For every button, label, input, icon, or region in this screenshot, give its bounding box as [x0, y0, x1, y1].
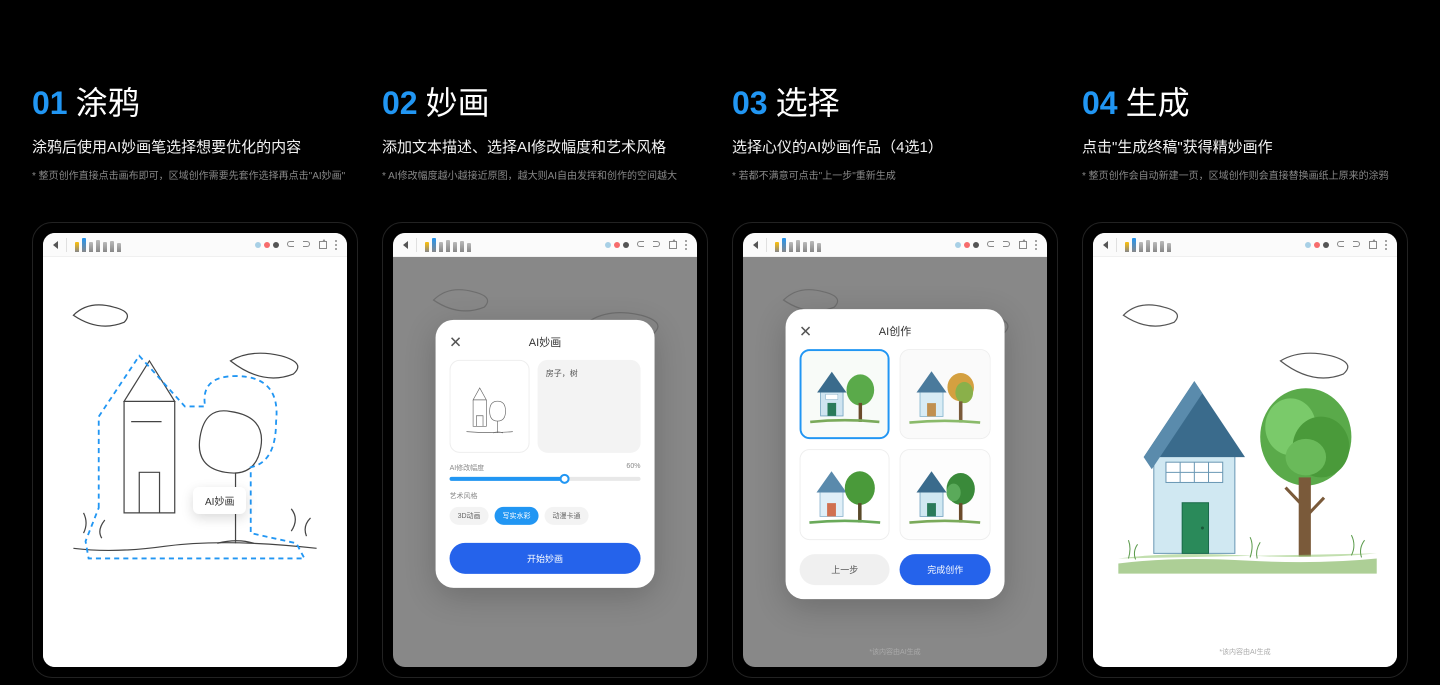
slider-label: AI修改幅度	[450, 463, 485, 473]
back-icon[interactable]	[403, 241, 408, 249]
prompt-input[interactable]: 房子，树	[538, 360, 641, 453]
step-note: * AI修改幅度越小越接近原图，越大则AI自由发挥和创作的空间越大	[382, 167, 708, 182]
ai-tooltip[interactable]: AI妙画	[193, 487, 246, 514]
back-button[interactable]: 上一步	[800, 554, 890, 585]
ai-select-modal: AI创作 上一步 完成创作	[786, 309, 1005, 599]
tablet-mockup: *该内容由AI生成	[1082, 222, 1408, 678]
pen-tools[interactable]	[425, 238, 471, 252]
pen-tools[interactable]	[1125, 238, 1171, 252]
step-4: 04生成 点击"生成终稿"获得精妙画作 * 整页创作会自动新建一页，区域创作则会…	[1082, 78, 1408, 678]
ai-disclaimer: *该内容由AI生成	[1093, 647, 1397, 657]
undo-icon[interactable]	[637, 241, 647, 249]
style-chip[interactable]: 动漫卡通	[545, 507, 589, 525]
step-desc: 选择心仪的AI妙画作品（4选1）	[732, 136, 1058, 157]
more-icon[interactable]	[1385, 240, 1387, 250]
step-title: 选择	[776, 78, 840, 124]
canvas[interactable]: AI妙画	[43, 257, 347, 667]
color-palette[interactable]	[605, 242, 629, 248]
step-3: 03选择 选择心仪的AI妙画作品（4选1） * 若都不满意可点击"上一步"重新生…	[732, 78, 1058, 678]
step-title: 妙画	[426, 78, 490, 124]
done-button[interactable]: 完成创作	[900, 554, 990, 585]
style-chip[interactable]: 3D动画	[450, 507, 489, 525]
style-chip[interactable]: 写实水彩	[495, 507, 539, 525]
start-button[interactable]: 开始妙画	[450, 543, 641, 574]
generated-option[interactable]	[800, 449, 890, 539]
ai-config-modal: AI妙画 房子，树 AI修改幅度 60% 艺术风格	[436, 320, 655, 588]
color-palette[interactable]	[255, 242, 279, 248]
pen-tools[interactable]	[75, 238, 121, 252]
step-number: 04	[1082, 85, 1118, 122]
undo-icon[interactable]	[987, 241, 997, 249]
step-note: * 整页创作直接点击画布即可，区域创作需要先套作选择再点击"AI妙画"	[32, 167, 358, 182]
generated-option[interactable]	[800, 349, 890, 439]
sketch-drawing	[43, 257, 347, 667]
result-canvas: *该内容由AI生成	[1093, 257, 1397, 667]
redo-icon[interactable]	[303, 241, 313, 249]
undo-icon[interactable]	[287, 241, 297, 249]
generated-option[interactable]	[900, 449, 990, 539]
redo-icon[interactable]	[653, 241, 663, 249]
tablet-mockup: AI妙画	[32, 222, 358, 678]
close-icon[interactable]	[450, 336, 466, 348]
selection-lasso	[86, 356, 305, 559]
app-toolbar	[1093, 233, 1397, 257]
step-note: * 整页创作会自动新建一页，区域创作则会直接替换画纸上原来的涂鸦	[1082, 167, 1408, 182]
step-desc: 点击"生成终稿"获得精妙画作	[1082, 136, 1408, 157]
share-icon[interactable]	[669, 241, 679, 249]
step-number: 03	[732, 85, 768, 122]
share-icon[interactable]	[319, 241, 329, 249]
ai-disclaimer: *该内容由AI生成	[743, 647, 1047, 657]
step-2: 02妙画 添加文本描述、选择AI修改幅度和艺术风格 * AI修改幅度越小越接近原…	[382, 78, 708, 678]
modal-title: AI创作	[816, 323, 991, 339]
step-1: 01涂鸦 涂鸦后使用AI妙画笔选择想要优化的内容 * 整页创作直接点击画布即可，…	[32, 78, 358, 678]
pen-tools[interactable]	[775, 238, 821, 252]
modal-title: AI妙画	[466, 334, 641, 350]
share-icon[interactable]	[1019, 241, 1029, 249]
redo-icon[interactable]	[1003, 241, 1013, 249]
generated-option[interactable]	[900, 349, 990, 439]
undo-icon[interactable]	[1337, 241, 1347, 249]
more-icon[interactable]	[335, 240, 337, 250]
step-title: 涂鸦	[76, 78, 140, 124]
style-label: 艺术风格	[450, 491, 641, 501]
step-desc: 添加文本描述、选择AI修改幅度和艺术风格	[382, 136, 708, 157]
back-icon[interactable]	[753, 241, 758, 249]
step-desc: 涂鸦后使用AI妙画笔选择想要优化的内容	[32, 136, 358, 157]
step-title: 生成	[1126, 78, 1190, 124]
step-note: * 若都不满意可点击"上一步"重新生成	[732, 167, 1058, 182]
step-number: 01	[32, 85, 68, 122]
source-thumbnail	[450, 360, 530, 453]
tablet-mockup: AI创作 上一步 完成创作 *该内容由AI生成	[732, 222, 1058, 678]
share-icon[interactable]	[1369, 241, 1379, 249]
step-number: 02	[382, 85, 418, 122]
more-icon[interactable]	[1035, 240, 1037, 250]
slider[interactable]	[450, 477, 641, 481]
back-icon[interactable]	[1103, 241, 1108, 249]
close-icon[interactable]	[800, 325, 816, 337]
tablet-mockup: AI妙画 房子，树 AI修改幅度 60% 艺术风格	[382, 222, 708, 678]
app-toolbar	[743, 233, 1047, 257]
generated-artwork	[1093, 257, 1397, 667]
more-icon[interactable]	[685, 240, 687, 250]
color-palette[interactable]	[1305, 242, 1329, 248]
color-palette[interactable]	[955, 242, 979, 248]
app-toolbar	[393, 233, 697, 257]
slider-value: 60%	[626, 463, 640, 473]
redo-icon[interactable]	[1353, 241, 1363, 249]
app-toolbar	[43, 233, 347, 257]
back-icon[interactable]	[53, 241, 58, 249]
